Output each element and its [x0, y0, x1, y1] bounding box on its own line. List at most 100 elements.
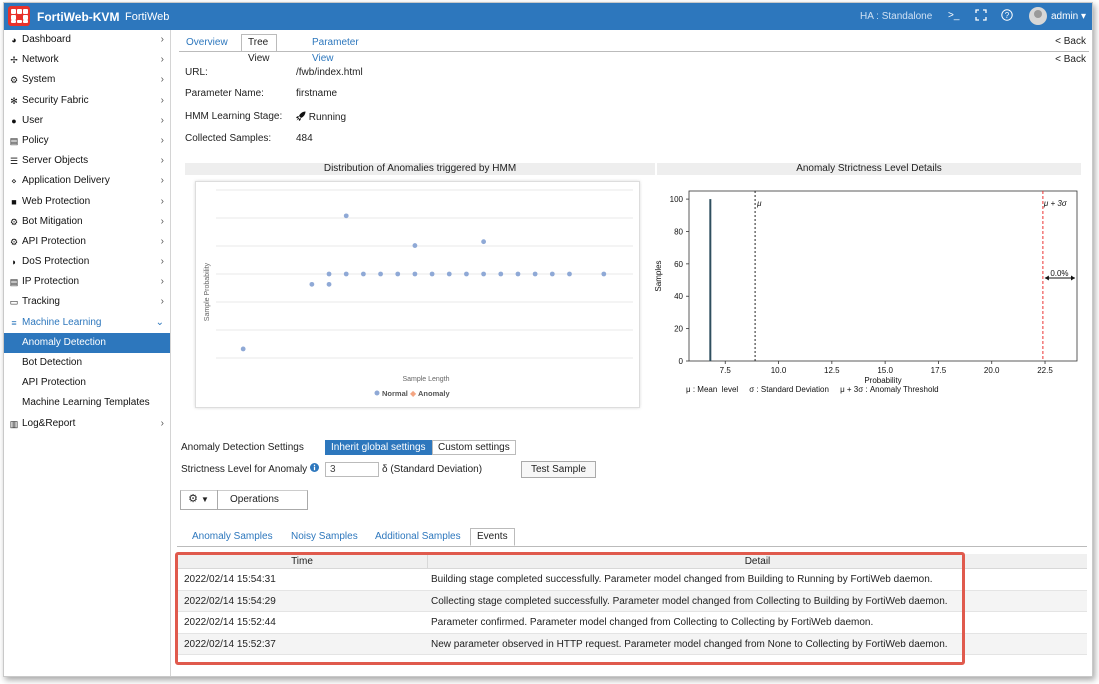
sidebar-item-label: IP Protection [22, 276, 80, 288]
delivery-icon: ⋄ [11, 176, 17, 187]
tab-parameter-view[interactable]: Parameter View [305, 34, 366, 64]
scatter-point [378, 271, 383, 277]
chevron-right-icon: › [160, 175, 164, 187]
avatar[interactable] [1029, 7, 1047, 25]
fortinet-logo-icon[interactable] [8, 6, 30, 26]
sidebar-item-security-fabric[interactable]: ✻ Security Fabric › [4, 91, 170, 111]
server-icon: ☰ [9, 156, 19, 167]
sidebar-item-machine-learning[interactable]: ≡ Machine Learning ⌄ [4, 313, 170, 333]
cli-console-icon[interactable]: >_ [948, 10, 959, 21]
fabric-icon: ✻ [10, 95, 18, 106]
y-tick-label: 20 [674, 325, 683, 334]
x-tick-label: 17.5 [931, 366, 947, 375]
x-tick-label: 20.0 [984, 366, 1000, 375]
svg-text:?: ? [1005, 11, 1010, 20]
scatter-point [360, 271, 366, 277]
sidebar: ◕ Dashboard › ✢ Network › ⚙ System › ✻ Security Fa… [4, 30, 171, 676]
sidebar-item-label: Machine Learning [22, 316, 102, 328]
tab-anomaly-samples[interactable]: Anomaly Samples [185, 528, 280, 546]
scatter-point [446, 271, 452, 277]
col-time[interactable]: Time [177, 554, 427, 569]
test-sample-button[interactable]: Test Sample [521, 461, 596, 478]
sidebar-item-bot-mitigation[interactable]: ⚙ Bot Mitigation › [4, 212, 170, 232]
event-detail: Collecting stage completed successfully.… [431, 595, 948, 607]
back-link-secondary[interactable]: < Back [1055, 54, 1086, 65]
tab-events[interactable]: Events [470, 528, 515, 546]
scatter-point [481, 271, 487, 277]
gear-dropdown-button[interactable]: ⚙ ▼ [180, 490, 218, 510]
table-row[interactable]: 2022/02/14 15:52:44 Parameter confirmed. … [177, 612, 1087, 634]
info-icon[interactable] [310, 463, 319, 475]
url-value: /fwb/index.html [296, 67, 363, 78]
app-name: FortiWeb-KVM [37, 10, 120, 24]
tab-additional-samples[interactable]: Additional Samples [368, 528, 468, 546]
event-detail: Building stage completed successfully. P… [431, 574, 933, 585]
sidebar-item-network[interactable]: ✢ Network › [4, 50, 170, 70]
sidebar-item-server-objects[interactable]: ☰ Server Objects › [4, 151, 170, 171]
sidebar-item-dos-protection[interactable]: ◗ DoS Protection › [4, 252, 170, 272]
scatter-chart-panel: Sample Probability Sample Length Normal … [195, 181, 640, 408]
sidebar-item-tracking[interactable]: ▭ Tracking › [4, 292, 170, 312]
sidebar-item-label: DoS Protection [22, 256, 90, 268]
col-detail[interactable]: Detail [427, 554, 1087, 569]
sidebar-item-user[interactable]: ● User › [4, 111, 170, 131]
scatter-point [343, 213, 349, 219]
tab-overview[interactable]: Overview [179, 34, 235, 52]
chevron-right-icon: › [160, 54, 164, 66]
event-time: 2022/02/14 15:54:29 [184, 595, 276, 607]
scatter-point [429, 271, 435, 277]
table-row[interactable]: 2022/02/14 15:54:31 Building stage comple… [177, 569, 1087, 591]
sidebar-item-system[interactable]: ⚙ System › [4, 70, 170, 90]
ha-status: HA : Standalone [860, 11, 933, 22]
fullscreen-icon[interactable] [975, 9, 987, 24]
strictness-input[interactable]: 3 [325, 462, 379, 477]
sidebar-subitem-api-protection[interactable]: API Protection [4, 373, 170, 393]
app-subtitle: FortiWeb [125, 11, 170, 23]
sidebar-item-ip-protection[interactable]: ▤ IP Protection › [4, 272, 170, 292]
sidebar-item-dashboard[interactable]: ◕ Dashboard › [4, 30, 170, 50]
x-tick-label: 22.5 [1037, 366, 1053, 375]
back-link[interactable]: < Back [1055, 36, 1086, 47]
strictness-chart-title: Anomaly Strictness Level Details [657, 163, 1081, 175]
event-detail: Parameter confirmed. Parameter model cha… [431, 617, 874, 628]
tab-tree-view[interactable]: Tree View [241, 34, 277, 64]
table-row[interactable]: 2022/02/14 15:54:29 Collecting stage comp… [177, 590, 1087, 612]
sidebar-item-api-protection[interactable]: ⚙ API Protection › [4, 232, 170, 252]
legend-anomaly: Anomaly [418, 389, 451, 398]
scatter-ylabel: Sample Probability [204, 262, 211, 321]
network-icon: ✢ [10, 55, 18, 66]
scatter-xlabel: Sample Length [402, 376, 449, 383]
events-table: Time Detail 2022/02/14 15:54:31 Building … [177, 554, 1087, 655]
tab-noisy-samples[interactable]: Noisy Samples [284, 528, 365, 546]
main-content: Overview Tree View Parameter View < Back… [171, 30, 1092, 676]
shield-icon: ◗ [11, 257, 17, 268]
sidebar-subitem-anomaly-detection[interactable]: Anomaly Detection [4, 332, 170, 353]
table-row[interactable]: 2022/02/14 15:52:37 New parameter observe… [177, 633, 1087, 655]
scatter-point [412, 271, 418, 277]
sidebar-item-application-delivery[interactable]: ⋄ Application Delivery › [4, 171, 170, 191]
operations-label: Operations [230, 494, 279, 505]
chevron-right-icon: › [160, 195, 164, 207]
custom-settings-button[interactable]: Custom settings [432, 440, 516, 455]
legend-normal: Normal [382, 389, 408, 398]
y-tick-label: 80 [674, 227, 683, 236]
help-icon[interactable]: ? [1001, 9, 1013, 24]
tab-divider [179, 51, 1089, 52]
sidebar-subitem-bot-detection[interactable]: Bot Detection [4, 353, 170, 373]
strictness-unit: δ (Standard Deviation) [382, 464, 483, 475]
sidebar-item-policy[interactable]: ▤ Policy › [4, 131, 170, 151]
inherit-global-button[interactable]: Inherit global settings [325, 440, 432, 455]
sidebar-item-web-protection[interactable]: ■ Web Protection › [4, 192, 170, 212]
sidebar-subitem-machine-learning-templates[interactable]: Machine Learning Templates [4, 393, 170, 413]
sidebar-item-log-report[interactable]: ▥ Log&Report › [4, 414, 170, 434]
y-tick-label: 40 [674, 292, 683, 301]
app-window: FortiWeb-KVM FortiWeb HA : Standalone >_… [3, 2, 1093, 677]
strictness-chart: 0204060801007.5 10.0 12.5 15.0 17.5 20.0 22.5 … [654, 190, 1078, 394]
user-menu[interactable]: admin ▾ [1051, 11, 1086, 22]
chevron-right-icon: › [160, 94, 164, 106]
sidebar-item-label: Web Protection [22, 195, 91, 207]
y-tick-label: 0 [679, 357, 684, 366]
user-icon: ● [11, 115, 17, 126]
sidebar-item-label: System [22, 74, 56, 86]
list-icon: ≡ [11, 317, 17, 328]
